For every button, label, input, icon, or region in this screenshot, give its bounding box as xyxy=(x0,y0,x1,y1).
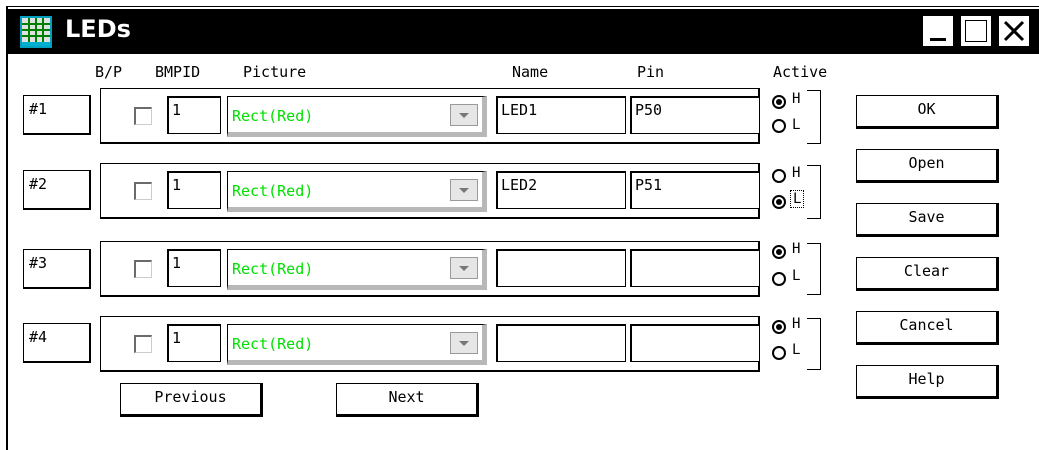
active-low-label: L xyxy=(789,190,805,208)
pin-field[interactable] xyxy=(630,249,760,287)
active-low-radio[interactable] xyxy=(772,272,786,286)
window-title: LEDs xyxy=(65,15,131,43)
save-button[interactable]: Save xyxy=(856,203,999,237)
clear-button[interactable]: Clear xyxy=(856,257,999,291)
bp-checkbox[interactable] xyxy=(134,107,152,125)
name-field[interactable]: LED1 xyxy=(496,96,626,134)
dropdown-arrow-button[interactable] xyxy=(450,332,478,354)
pin-field[interactable] xyxy=(630,324,760,362)
pin-field[interactable]: P50 xyxy=(630,96,760,134)
ok-button[interactable]: OK xyxy=(856,95,999,129)
title-bar: LEDs xyxy=(8,9,1039,54)
bp-checkbox[interactable] xyxy=(134,182,152,200)
active-high-label: H xyxy=(792,241,801,257)
row-number: #4 xyxy=(23,323,91,363)
name-field[interactable] xyxy=(496,324,626,362)
active-low-radio[interactable] xyxy=(772,119,786,133)
active-high-radio[interactable] xyxy=(772,95,786,109)
pin-field[interactable]: P51 xyxy=(630,171,760,209)
open-button[interactable]: Open xyxy=(856,149,999,183)
active-group-bracket xyxy=(807,318,821,370)
active-high-label: H xyxy=(792,316,801,332)
maximize-icon xyxy=(965,20,987,42)
name-field[interactable] xyxy=(496,249,626,287)
bmpid-field[interactable]: 1 xyxy=(167,96,221,134)
bp-checkbox[interactable] xyxy=(134,260,152,278)
active-high-radio[interactable] xyxy=(772,245,786,259)
close-icon xyxy=(1003,20,1025,42)
active-group-bracket xyxy=(807,165,821,219)
row-number: #1 xyxy=(23,95,91,135)
dropdown-arrow-button[interactable] xyxy=(450,179,478,201)
minimize-icon xyxy=(930,38,946,41)
active-low-label: L xyxy=(792,117,801,133)
minimize-button[interactable] xyxy=(922,15,954,47)
bmpid-field[interactable]: 1 xyxy=(167,249,221,287)
picture-combo[interactable]: Rect(Red) xyxy=(227,324,487,365)
active-group-bracket xyxy=(807,243,821,295)
header-bmpid: BMPID xyxy=(155,63,201,81)
row-number: #2 xyxy=(23,170,91,210)
header-name: Name xyxy=(512,63,549,81)
active-low-radio[interactable] xyxy=(772,346,786,360)
cancel-button[interactable]: Cancel xyxy=(856,311,999,345)
active-high-label: H xyxy=(792,165,801,181)
header-pin: Pin xyxy=(637,63,665,81)
bp-checkbox[interactable] xyxy=(134,335,152,353)
picture-value: Rect(Red) xyxy=(232,107,314,125)
previous-button[interactable]: Previous xyxy=(120,383,263,417)
active-high-label: H xyxy=(792,91,801,107)
chevron-down-icon xyxy=(459,113,469,118)
picture-value: Rect(Red) xyxy=(232,335,314,353)
close-button[interactable] xyxy=(998,15,1030,47)
maximize-button[interactable] xyxy=(960,15,992,47)
picture-combo[interactable]: Rect(Red) xyxy=(227,96,487,137)
header-bp: B/P xyxy=(95,63,123,81)
help-button[interactable]: Help xyxy=(856,365,999,399)
header-active: Active xyxy=(773,63,828,81)
picture-combo[interactable]: Rect(Red) xyxy=(227,249,487,290)
header-picture: Picture xyxy=(243,63,307,81)
picture-combo[interactable]: Rect(Red) xyxy=(227,171,487,212)
app-grid-icon xyxy=(20,16,52,48)
bmpid-field[interactable]: 1 xyxy=(167,171,221,209)
active-low-label: L xyxy=(792,268,801,284)
bmpid-field[interactable]: 1 xyxy=(167,324,221,362)
dropdown-arrow-button[interactable] xyxy=(450,257,478,279)
next-button[interactable]: Next xyxy=(336,383,479,417)
chevron-down-icon xyxy=(459,341,469,346)
chevron-down-icon xyxy=(459,266,469,271)
active-low-radio[interactable] xyxy=(772,195,786,209)
name-field[interactable]: LED2 xyxy=(496,171,626,209)
active-high-radio[interactable] xyxy=(772,169,786,183)
active-high-radio[interactable] xyxy=(772,320,786,334)
picture-value: Rect(Red) xyxy=(232,182,314,200)
dropdown-arrow-button[interactable] xyxy=(450,104,478,126)
chevron-down-icon xyxy=(459,188,469,193)
row-number: #3 xyxy=(23,249,91,289)
active-low-label: L xyxy=(792,342,801,358)
picture-value: Rect(Red) xyxy=(232,260,314,278)
active-group-bracket xyxy=(807,90,821,144)
